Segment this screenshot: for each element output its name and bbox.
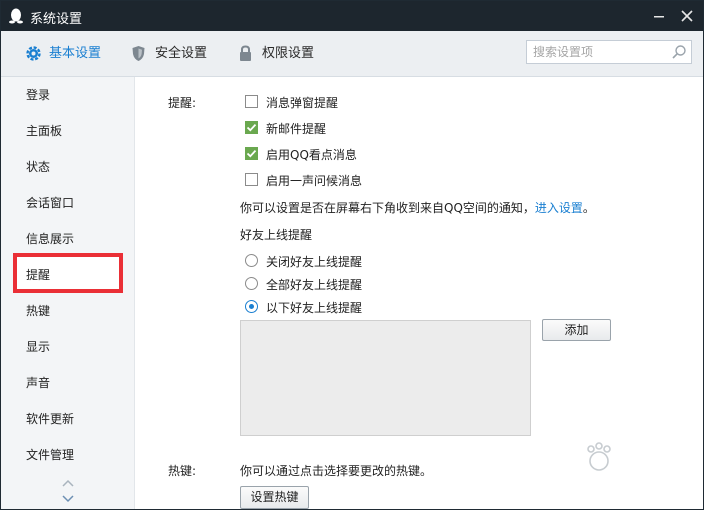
popup-reminder-label: 消息弹窗提醒 — [266, 96, 339, 110]
hotkey-description: 你可以通过点击选择要更改的热键。 — [240, 464, 433, 478]
disable-friend-online-label: 关闭好友上线提醒 — [266, 255, 363, 269]
qq-kandian-label: 启用QQ看点消息 — [266, 148, 357, 162]
qq-penguin-icon — [9, 8, 23, 24]
sidebar-item-chat-window[interactable]: 会话窗口 — [1, 185, 134, 221]
checkmark-icon — [245, 147, 258, 160]
sidebar-item-software-update[interactable]: 软件更新 — [1, 401, 134, 437]
sidebar-item-hotkey[interactable]: 热键 — [1, 293, 134, 329]
enter-settings-link[interactable]: 进入设置 — [535, 201, 583, 215]
close-button[interactable] — [673, 1, 701, 31]
disable-friend-online-radio[interactable] — [245, 254, 258, 267]
sidebar: 登录 主面板 状态 会话窗口 信息展示 提醒 热键 显示 声音 软件更新 文件管… — [1, 77, 135, 509]
shield-icon — [132, 46, 145, 61]
baidu-jingyan-watermark — [587, 442, 611, 471]
minimize-button[interactable] — [645, 1, 673, 31]
sidebar-item-status[interactable]: 状态 — [1, 149, 134, 185]
top-nav: 基本设置 安全设置 权限设置 — [1, 31, 703, 77]
window-title: 系统设置 — [30, 12, 83, 27]
popup-reminder-checkbox[interactable] — [245, 95, 258, 108]
chevron-down-icon[interactable] — [61, 493, 75, 505]
qzone-notice-end: 。 — [582, 201, 595, 215]
search-input[interactable] — [533, 43, 668, 61]
sidebar-item-main-panel[interactable]: 主面板 — [1, 113, 134, 149]
friend-list-box[interactable] — [240, 320, 531, 436]
new-mail-label: 新邮件提醒 — [266, 122, 327, 136]
greeting-message-label: 启用一声问候消息 — [266, 174, 363, 188]
greeting-message-checkbox[interactable] — [245, 173, 258, 186]
qq-kandian-checkbox[interactable] — [245, 147, 258, 160]
tab-permission-settings[interactable]: 权限设置 — [238, 31, 318, 76]
gear-icon — [26, 46, 41, 61]
lock-icon — [240, 45, 251, 61]
minimize-icon — [654, 16, 664, 18]
tab-security-settings[interactable]: 安全设置 — [131, 31, 211, 76]
sidebar-item-reminder[interactable]: 提醒 — [1, 257, 134, 293]
add-friend-button[interactable]: 添加 — [542, 319, 611, 341]
tab-label: 权限设置 — [262, 46, 315, 61]
selected-friends-online-radio[interactable] — [245, 300, 258, 313]
tab-label: 安全设置 — [155, 46, 208, 61]
sidebar-item-sound[interactable]: 声音 — [1, 365, 134, 401]
sidebar-item-info-display[interactable]: 信息展示 — [1, 221, 134, 257]
title-bar: 系统设置 — [1, 1, 703, 31]
sidebar-item-display[interactable]: 显示 — [1, 329, 134, 365]
chevron-up-icon[interactable] — [61, 477, 75, 489]
search-icon[interactable] — [671, 44, 687, 60]
tab-label: 基本设置 — [49, 46, 102, 61]
all-friends-online-radio[interactable] — [245, 277, 258, 290]
reminder-section-label: 提醒: — [168, 96, 197, 110]
friend-online-heading: 好友上线提醒 — [240, 228, 313, 242]
search-box — [526, 40, 692, 64]
checkmark-icon — [245, 121, 258, 134]
close-icon — [681, 10, 693, 22]
hotkey-section-label: 热键: — [168, 464, 197, 478]
selected-friends-online-label: 以下好友上线提醒 — [266, 301, 363, 315]
set-hotkey-button[interactable]: 设置热键 — [240, 486, 309, 509]
qzone-notice-text: 你可以设置是否在屏幕右下角收到来自QQ空间的通知，进入设置。 — [240, 199, 595, 216]
sidebar-item-file-management[interactable]: 文件管理 — [1, 437, 134, 473]
sidebar-item-login[interactable]: 登录 — [1, 77, 134, 113]
qzone-notice-body: 你可以设置是否在屏幕右下角收到来自QQ空间的通知， — [240, 201, 535, 215]
new-mail-checkbox[interactable] — [245, 121, 258, 134]
settings-window: 系统设置 基本设置 安全设置 权限设置 搜索设置项 登录 主面板 状态 会话窗口… — [0, 0, 704, 510]
tab-basic-settings[interactable]: 基本设置 — [25, 31, 105, 76]
all-friends-online-label: 全部好友上线提醒 — [266, 278, 363, 292]
